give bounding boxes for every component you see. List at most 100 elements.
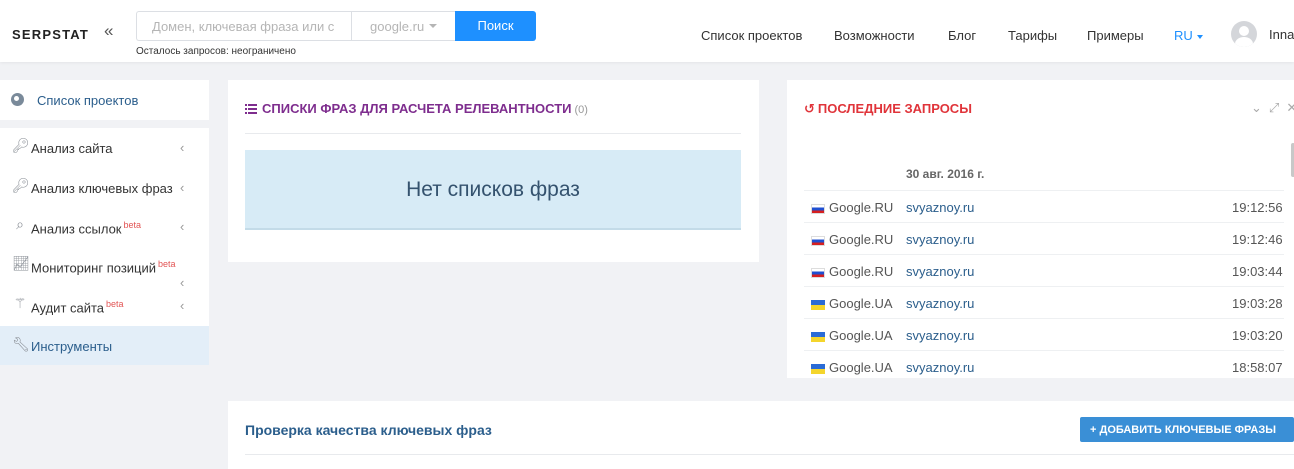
ukraine-flag-icon <box>811 364 825 374</box>
phrase-lists-panel: СПИСКИ ФРАЗ ДЛЯ РАСЧЕТА РЕЛЕВАНТНОСТИ (0)… <box>228 80 759 262</box>
sidebar-item-projects[interactable]: Список проектов <box>0 80 209 120</box>
request-engine: Google.UA <box>829 296 893 311</box>
request-domain-link[interactable]: svyaznoy.ru <box>906 360 974 375</box>
sidebar-item-label: Анализ ссылок beta <box>31 220 141 236</box>
chevron-left-icon: ‹ <box>180 298 185 313</box>
language-value: RU <box>1174 28 1193 43</box>
request-row: Google.UA svyaznoy.ru 19:03:28 <box>804 286 1284 318</box>
recent-requests-title: ↺ ПОСЛЕДНИЕ ЗАПРОСЫ <box>804 101 972 117</box>
sidebar-item-label: Инструменты <box>31 339 113 354</box>
request-domain-link[interactable]: svyaznoy.ru <box>906 200 974 215</box>
sidebar-item-tools[interactable]: 🔧︎ Инструменты <box>0 326 209 365</box>
request-domain-link[interactable]: svyaznoy.ru <box>906 264 974 279</box>
key-icon: 🔑︎ <box>12 137 30 153</box>
chart-line-icon: 📈︎ <box>12 255 30 271</box>
keys-icon: 🔑︎ <box>12 177 30 193</box>
keyword-quality-title: Проверка качества ключевых фраз <box>245 422 492 438</box>
sidebar-item-link-analysis[interactable]: ⌕ Анализ ссылок beta ‹ <box>0 207 209 246</box>
search-engine-value: google.ru <box>370 19 425 34</box>
chevron-left-icon: ‹ <box>180 140 185 155</box>
ukraine-flag-icon <box>811 332 825 342</box>
divider <box>245 454 1294 455</box>
phrase-lists-title: СПИСКИ ФРАЗ ДЛЯ РАСЧЕТА РЕЛЕВАНТНОСТИ (0) <box>245 101 588 116</box>
request-time: 19:03:28 <box>1232 296 1283 311</box>
request-time: 18:58:07 <box>1232 360 1283 375</box>
search-icon: ⌕ <box>16 216 24 232</box>
divider <box>245 133 741 134</box>
chevron-left-icon: ‹ <box>180 180 185 195</box>
sidebar-item-label: Анализ ключевых фраз <box>31 181 173 196</box>
user-name[interactable]: Inna <box>1269 27 1294 42</box>
keyword-quality-panel: Проверка качества ключевых фраз + ДОБАВИ… <box>228 401 1294 469</box>
sidebar-item-text: Анализ ссылок <box>31 221 122 237</box>
request-row: Google.UA svyaznoy.ru 18:58:07 <box>804 350 1284 378</box>
sidebar-item-label: Мониторинг позиций beta <box>31 259 176 275</box>
recent-requests-title-text: ПОСЛЕДНИЕ ЗАПРОСЫ <box>817 101 972 116</box>
search-button[interactable]: Поиск <box>455 11 536 41</box>
sidebar-item-site-analysis[interactable]: 🔑︎ Анализ сайта ‹ <box>0 128 209 167</box>
nav-features[interactable]: Возможности <box>834 28 915 43</box>
request-domain-link[interactable]: svyaznoy.ru <box>906 328 974 343</box>
language-selector[interactable]: RU <box>1174 28 1203 43</box>
request-time: 19:12:56 <box>1232 200 1283 215</box>
request-domain-link[interactable]: svyaznoy.ru <box>906 232 974 247</box>
add-keywords-button[interactable]: + ДОБАВИТЬ КЛЮЧЕВЫЕ ФРАЗЫ <box>1080 417 1294 442</box>
request-row: Google.UA svyaznoy.ru 19:03:20 <box>804 318 1284 350</box>
nav-examples[interactable]: Примеры <box>1087 28 1144 43</box>
top-header: SERPSTAT « google.ru Поиск Осталось запр… <box>0 0 1294 62</box>
request-time: 19:12:46 <box>1232 232 1283 247</box>
request-domain-link[interactable]: svyaznoy.ru <box>906 296 974 311</box>
serpstat-logo[interactable]: SERPSTAT <box>12 27 89 42</box>
russia-flag-icon <box>811 268 825 278</box>
beta-badge: beta <box>158 259 176 269</box>
request-engine: Google.RU <box>829 264 894 279</box>
sidebar-item-text: Аудит сайта <box>31 300 105 316</box>
chevron-left-icon: ‹ <box>180 219 185 234</box>
nav-pricing[interactable]: Тарифы <box>1008 28 1057 43</box>
search-input[interactable] <box>136 11 352 41</box>
sidebar-item-keyword-analysis[interactable]: 🔑︎ Анализ ключевых фраз ‹ <box>0 168 209 207</box>
russia-flag-icon <box>811 236 825 246</box>
add-keywords-label: ДОБАВИТЬ КЛЮЧЕВЫЕ ФРАЗЫ <box>1099 423 1277 436</box>
nav-projects[interactable]: Список проектов <box>701 28 802 43</box>
history-icon: ↺ <box>804 101 815 116</box>
avatar-head <box>1239 26 1249 36</box>
beta-badge: beta <box>123 220 142 230</box>
chevron-down-icon <box>1196 34 1203 39</box>
nav-blog[interactable]: Блог <box>948 28 976 43</box>
empty-state-message: Нет списков фраз <box>245 150 741 230</box>
avatar-body <box>1235 37 1253 47</box>
collapse-sidebar-icon[interactable]: « <box>104 22 113 39</box>
phrase-lists-title-text: СПИСКИ ФРАЗ ДЛЯ РАСЧЕТА РЕЛЕВАНТНОСТИ <box>262 101 572 116</box>
recent-requests-panel: ↺ ПОСЛЕДНИЕ ЗАПРОСЫ ⌄ ⤢ ✕ 30 авг. 2016 г. G… <box>787 80 1294 378</box>
sidebar-menu: 🔑︎ Анализ сайта ‹ 🔑︎ Анализ ключевых фра… <box>0 128 209 365</box>
close-panel-icon[interactable]: ✕ <box>1286 100 1294 115</box>
sidebar-item-label: Анализ сайта <box>31 141 113 156</box>
ukraine-flag-icon <box>811 300 825 310</box>
request-time: 19:03:44 <box>1232 264 1283 279</box>
user-avatar[interactable] <box>1231 21 1257 47</box>
wrench-icon: 🔧︎ <box>12 336 30 352</box>
date-label: 30 авг. 2016 г. <box>906 167 985 181</box>
sidebar-item-rank-tracking[interactable]: 📈︎ Мониторинг позиций beta ‹ <box>0 246 209 290</box>
list-icon <box>245 103 257 114</box>
sidebar-item-site-audit[interactable]: ⚚ Аудит сайта beta ‹ <box>0 286 209 325</box>
phrase-lists-count: (0) <box>574 104 588 116</box>
request-engine: Google.UA <box>829 328 893 343</box>
quota-text: Осталось запросов: неограничено <box>136 46 296 57</box>
sidebar-item-label: Список проектов <box>37 93 139 108</box>
request-engine: Google.RU <box>829 200 894 215</box>
magic-wand-icon: ⚚ <box>13 295 27 311</box>
expand-panel-icon[interactable]: ⤢ <box>1269 100 1279 115</box>
request-row: Google.RU svyaznoy.ru 19:03:44 <box>804 254 1284 286</box>
sidebar-item-label: Аудит сайта beta <box>31 299 124 315</box>
panel-controls: ⌄ ⤢ ✕ <box>1251 100 1294 116</box>
beta-badge: beta <box>106 299 124 309</box>
request-time: 19:03:20 <box>1232 328 1283 343</box>
collapse-panel-icon[interactable]: ⌄ <box>1251 100 1262 115</box>
chevron-down-icon <box>429 24 437 28</box>
request-engine: Google.UA <box>829 360 893 375</box>
request-engine: Google.RU <box>829 232 894 247</box>
search-engine-select[interactable]: google.ru <box>351 11 456 41</box>
sidebar-item-text: Мониторинг позиций <box>31 260 157 276</box>
